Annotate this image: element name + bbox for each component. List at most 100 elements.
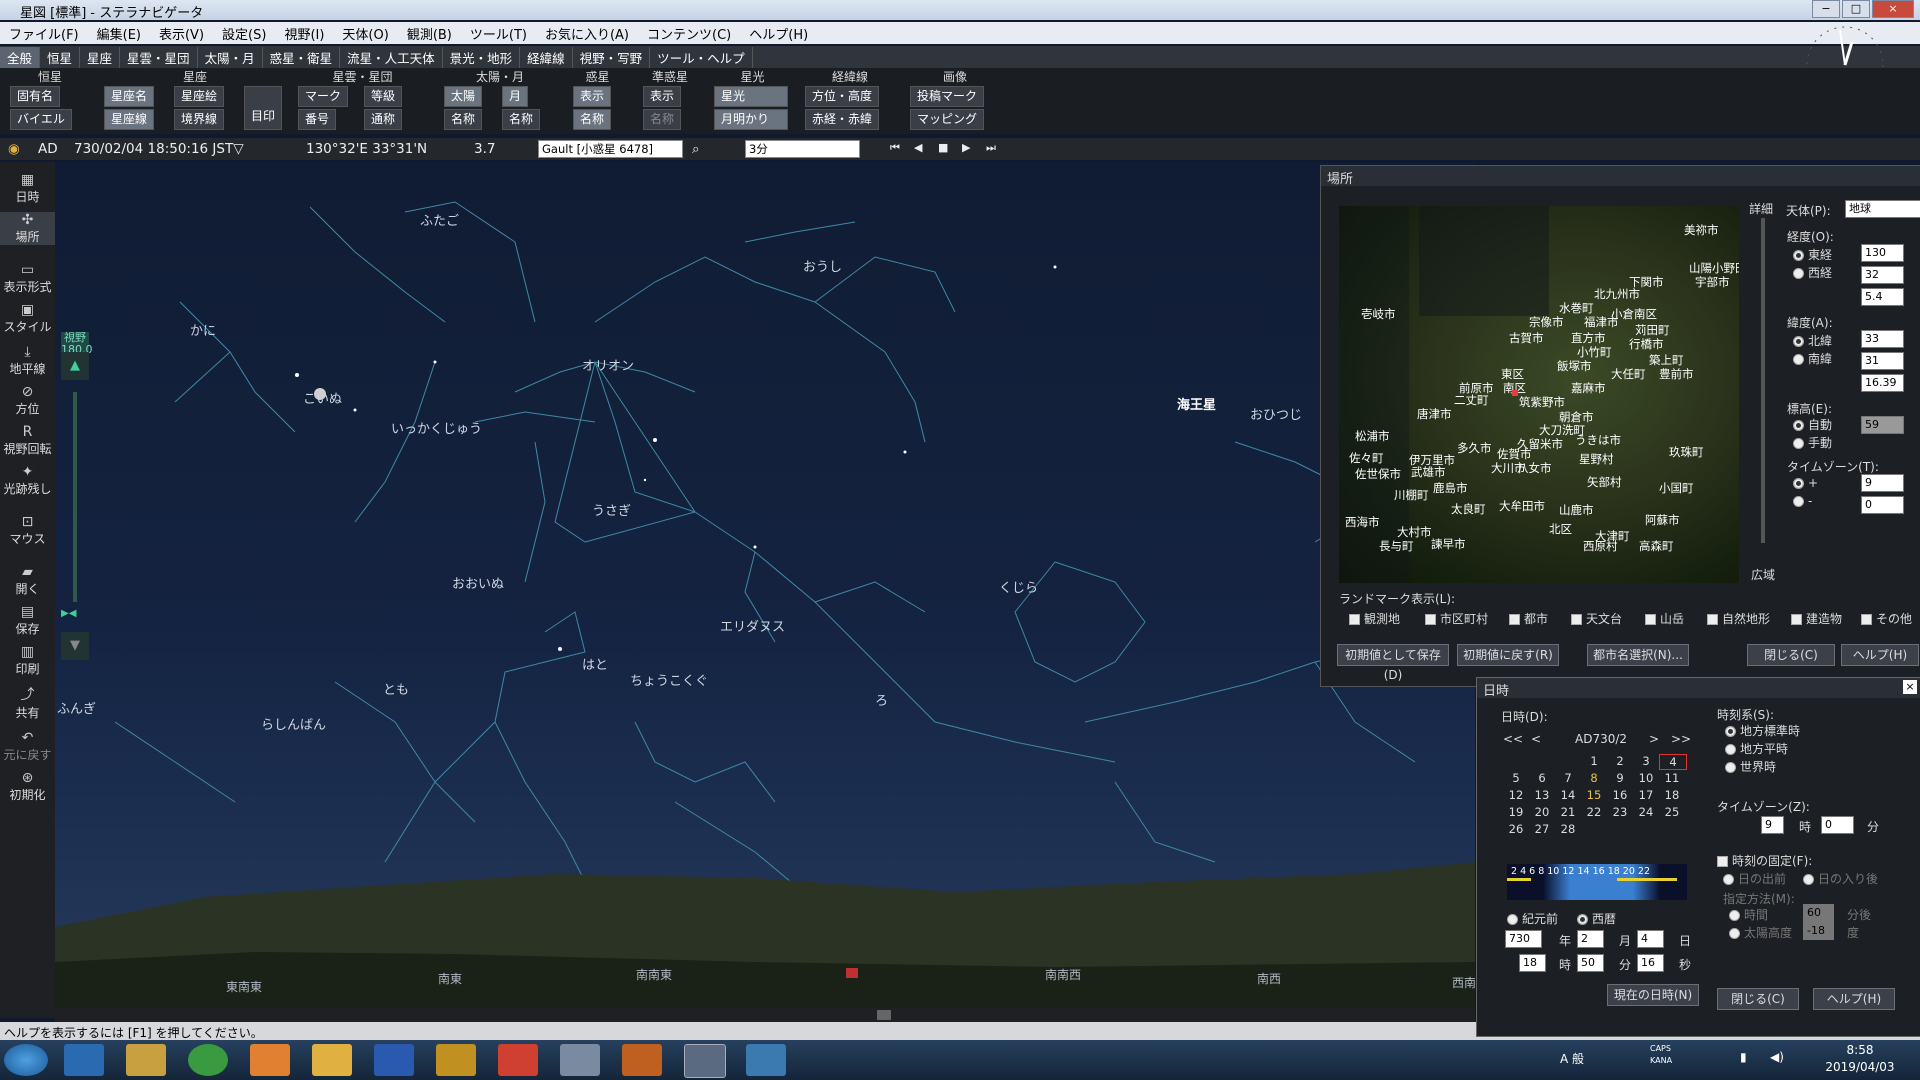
datetime-display[interactable]: 730/02/04 18:50:16 JST▽ <box>74 141 244 157</box>
constellation-label[interactable]: らしんばん <box>261 714 326 733</box>
menu-field[interactable]: 視野(I) <box>275 24 333 43</box>
longitude-minute-input[interactable]: 32 <box>1861 266 1904 284</box>
prev-year-button[interactable]: << <box>1503 732 1523 746</box>
constellation-label[interactable]: うさぎ <box>592 500 631 519</box>
sunset-radio[interactable]: 日の入り後 <box>1803 870 1878 887</box>
volume-icon[interactable]: ◀) <box>1770 1050 1784 1064</box>
constellation-label[interactable]: おおいぬ <box>452 573 504 592</box>
landmark-observatory-check[interactable]: 天文台 <box>1571 610 1622 627</box>
stellanavigator-icon[interactable] <box>684 1044 726 1078</box>
mouse-tool[interactable]: ⊡ マウス <box>0 514 55 547</box>
by-sun-radio[interactable]: 太陽高度 <box>1729 924 1792 941</box>
media-player-icon[interactable] <box>250 1044 290 1076</box>
marker-button[interactable]: 目印 <box>244 86 283 130</box>
day-input[interactable]: 4 <box>1637 930 1664 948</box>
tab-grid[interactable]: 経緯線 <box>520 46 573 68</box>
menu-favorites[interactable]: お気に入り(A) <box>536 24 638 43</box>
landmark-nature-check[interactable]: 自然地形 <box>1707 610 1770 627</box>
interval-select[interactable]: 3分 <box>745 140 860 158</box>
local-standard-radio[interactable]: 地方標準時 <box>1725 722 1800 739</box>
constellation-label[interactable]: おうし <box>803 256 842 275</box>
tab-constellations[interactable]: 星座 <box>80 46 121 68</box>
map-zoom-slider[interactable] <box>1761 218 1765 543</box>
trail-tool[interactable]: ✦ 光跡残し <box>0 464 55 497</box>
time-offset-input[interactable]: 60 <box>1803 904 1834 922</box>
tab-nebulae[interactable]: 星雲・星団 <box>120 46 198 68</box>
star-chart-view[interactable]: 視野 180.0 ▲ ▶◀ ▼ ふたご おうし かに オリオン こいぬ いっかくじ… <box>55 162 1475 1008</box>
horizon-tool[interactable]: ⤓ 地平線 <box>0 344 55 377</box>
menu-settings[interactable]: 設定(S) <box>213 24 275 43</box>
place-help-button[interactable]: ヘルプ(H) <box>1841 644 1919 666</box>
constellation-art-button[interactable]: 星座絵 <box>174 86 225 107</box>
select-city-button[interactable]: 都市名選択(N)... <box>1587 644 1689 666</box>
starlight-button[interactable]: 星光 <box>714 86 788 107</box>
constellation-label[interactable]: ろ <box>875 690 888 709</box>
location-map[interactable]: 美祢市 山陽小野田市 宇部市 下関市 北九州市 水巻町 小倉南区 宗像市 福津市… <box>1339 206 1739 583</box>
second-input[interactable]: 16 <box>1637 954 1664 972</box>
chrome-icon[interactable] <box>188 1044 228 1076</box>
tab-sun-moon[interactable]: 太陽・月 <box>198 46 263 68</box>
constellation-label[interactable]: くじら <box>999 577 1038 596</box>
constellation-label[interactable]: オリオン <box>582 355 634 374</box>
zoom-out-button[interactable]: ▼ <box>61 632 89 660</box>
menu-edit[interactable]: 編集(E) <box>88 24 150 43</box>
east-radio[interactable]: 東経 <box>1793 246 1832 263</box>
tab-tools[interactable]: ツール・ヘルプ <box>650 46 753 68</box>
location-tool[interactable]: ✣ 場所 <box>0 212 55 245</box>
dwarf-name-button[interactable]: 名称 <box>643 109 682 130</box>
number-button[interactable]: 番号 <box>298 109 337 130</box>
constellation-label[interactable]: とも <box>383 679 409 698</box>
catalog-select[interactable]: Gault [小惑星 6478] <box>538 140 683 158</box>
sun-altitude-input[interactable]: -18 <box>1803 922 1834 940</box>
tz-plus-radio[interactable]: + <box>1793 476 1818 490</box>
minute-input[interactable]: 50 <box>1577 954 1604 972</box>
hour-input[interactable]: 18 <box>1519 954 1546 972</box>
prev-month-button[interactable]: < <box>1531 732 1541 746</box>
landmark-observation-check[interactable]: ✓ 観測地 <box>1349 610 1400 627</box>
position-display[interactable]: 130°32'E 33°31'N <box>306 141 427 157</box>
reset-default-button[interactable]: 初期値に戻す(R) <box>1457 644 1559 666</box>
planet-name-button[interactable]: 名称 <box>573 109 612 130</box>
tab-scenery[interactable]: 景光・地形 <box>443 46 521 68</box>
now-button[interactable]: 現在の日時(N) <box>1607 984 1699 1006</box>
constellation-label[interactable]: ふんぎ <box>57 698 96 717</box>
latitude-minute-input[interactable]: 31 <box>1861 352 1904 370</box>
altitude-input[interactable]: 59 <box>1861 416 1904 434</box>
calendar-grid[interactable]: 1234 5 6 7 8 9 10 11 12 13 14 15 16 17 18 19 20 21 22 23… <box>1503 754 1687 844</box>
step-back-icon[interactable]: ◀ <box>914 141 922 154</box>
datetime-close-icon[interactable]: × <box>1903 680 1917 694</box>
place-close-button[interactable]: 閉じる(C) <box>1747 644 1835 666</box>
word-icon[interactable] <box>374 1044 414 1076</box>
common-name-button[interactable]: 通称 <box>364 109 403 130</box>
by-time-radio[interactable]: 時間 <box>1729 906 1768 923</box>
calculator-icon[interactable] <box>560 1044 600 1076</box>
year-input[interactable]: 730 <box>1505 930 1542 948</box>
planet-show-button[interactable]: 表示 <box>573 86 612 107</box>
network-icon[interactable]: ▮ <box>1740 1050 1747 1064</box>
field-rotation-tool[interactable]: R 視野回転 <box>0 424 55 457</box>
browser-icon[interactable] <box>64 1044 104 1076</box>
north-radio[interactable]: 北緯 <box>1793 332 1832 349</box>
latitude-second-input[interactable]: 16.39 <box>1861 374 1904 392</box>
save-tool[interactable]: ▤ 保存 <box>0 604 55 637</box>
ra-dec-button[interactable]: 赤経・赤緯 <box>805 109 880 130</box>
share-tool[interactable]: ⤴ 共有 <box>0 684 55 721</box>
day-timeline[interactable]: 2 4 6 8 10 12 14 16 18 20 22 <box>1507 864 1687 900</box>
dwarf-show-button[interactable]: 表示 <box>643 86 682 107</box>
date-help-button[interactable]: ヘルプ(H) <box>1813 988 1895 1010</box>
boundary-lines-button[interactable]: 境界線 <box>174 109 225 130</box>
navigator-icon[interactable] <box>746 1044 786 1076</box>
zoom-slider[interactable] <box>73 392 77 602</box>
constellation-label[interactable]: ちょうこくぐ <box>630 670 708 689</box>
altitude-manual-radio[interactable]: 手動 <box>1793 434 1832 451</box>
direction-tool[interactable]: ⊘ 方位 <box>0 384 55 417</box>
tz-minute-input[interactable]: 0 <box>1861 496 1904 514</box>
latitude-degree-input[interactable]: 33 <box>1861 330 1904 348</box>
planet-label[interactable]: 海王星 <box>1177 394 1216 413</box>
open-tool[interactable]: ▰ 開く <box>0 564 55 597</box>
stop-icon[interactable]: ■ <box>938 141 948 154</box>
next-month-button[interactable]: > <box>1649 732 1659 746</box>
start-button[interactable] <box>4 1044 48 1076</box>
editor-icon[interactable] <box>622 1044 662 1076</box>
menu-contents[interactable]: コンテンツ(C) <box>638 24 740 43</box>
